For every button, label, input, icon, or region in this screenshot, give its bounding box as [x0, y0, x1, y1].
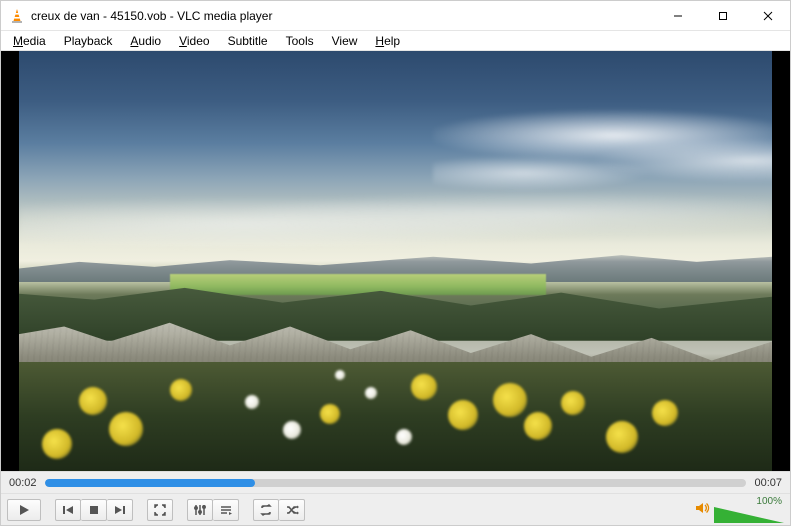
- seek-slider[interactable]: [45, 479, 747, 487]
- equalizer-icon: [193, 503, 207, 517]
- volume-percent-label: 100%: [756, 496, 782, 507]
- fullscreen-button[interactable]: [147, 499, 173, 521]
- seek-fill: [45, 479, 256, 487]
- fullscreen-icon: [153, 503, 167, 517]
- vlc-cone-icon: [9, 8, 25, 24]
- menu-playback[interactable]: Playback: [56, 32, 121, 50]
- controls-row: 100%: [1, 493, 790, 525]
- stop-button[interactable]: [81, 499, 107, 521]
- shuffle-icon: [285, 503, 299, 517]
- next-button[interactable]: [107, 499, 133, 521]
- menu-video[interactable]: Video: [171, 32, 217, 50]
- menu-view[interactable]: View: [324, 32, 366, 50]
- window-title: creux de van - 45150.vob - VLC media pla…: [31, 9, 655, 23]
- speaker-icon[interactable]: [694, 500, 710, 519]
- minimize-button[interactable]: [655, 1, 700, 30]
- menu-subtitle[interactable]: Subtitle: [220, 32, 276, 50]
- skip-next-icon: [113, 503, 127, 517]
- extended-settings-button[interactable]: [187, 499, 213, 521]
- skip-group: [55, 499, 133, 521]
- playlist-button[interactable]: [213, 499, 239, 521]
- menu-media[interactable]: Media: [5, 32, 54, 50]
- loop-icon: [259, 503, 273, 517]
- video-frame: [19, 51, 772, 471]
- time-elapsed[interactable]: 00:02: [9, 477, 37, 489]
- menu-audio[interactable]: Audio: [122, 32, 169, 50]
- loop-button[interactable]: [253, 499, 279, 521]
- video-area[interactable]: [1, 51, 790, 471]
- volume-control: 100%: [694, 496, 784, 523]
- titlebar: creux de van - 45150.vob - VLC media pla…: [1, 1, 790, 31]
- menubar: Media Playback Audio Video Subtitle Tool…: [1, 31, 790, 51]
- window-controls: [655, 1, 790, 30]
- time-total[interactable]: 00:07: [754, 477, 782, 489]
- loop-group: [253, 499, 305, 521]
- skip-previous-icon: [61, 503, 75, 517]
- menu-tools[interactable]: Tools: [278, 32, 322, 50]
- stop-icon: [87, 503, 101, 517]
- menu-help[interactable]: Help: [367, 32, 408, 50]
- settings-group: [187, 499, 239, 521]
- volume-slider[interactable]: [714, 507, 784, 523]
- play-button[interactable]: [7, 499, 41, 521]
- shuffle-button[interactable]: [279, 499, 305, 521]
- play-icon: [17, 503, 31, 517]
- seek-row: 00:02 00:07: [1, 471, 790, 493]
- playlist-icon: [219, 503, 233, 517]
- previous-button[interactable]: [55, 499, 81, 521]
- maximize-button[interactable]: [700, 1, 745, 30]
- close-button[interactable]: [745, 1, 790, 30]
